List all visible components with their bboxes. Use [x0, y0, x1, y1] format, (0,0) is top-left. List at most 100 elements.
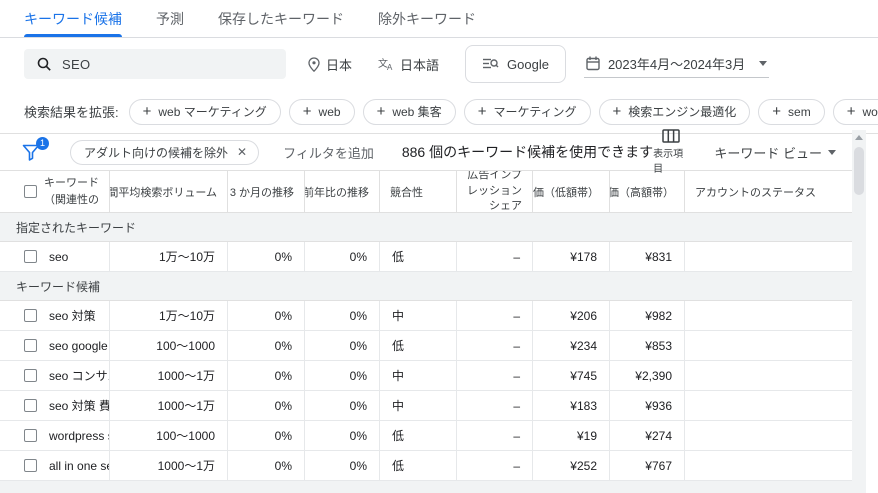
column-header-impression_share[interactable]: 広告インプレッション シェア: [457, 171, 533, 212]
cell-yoy: 0%: [305, 421, 380, 450]
cell-top_bid_high: ¥936: [610, 391, 685, 420]
view-selector-value: キーワード ビュー: [714, 145, 822, 161]
result-count-text: 886 個のキーワード候補を使用できます: [401, 144, 654, 160]
cell-status: [685, 421, 852, 450]
column-header-volume[interactable]: 月間平均検索ボリューム: [110, 171, 228, 212]
cell-top_bid_low: ¥745: [533, 361, 610, 390]
expand-chip-label: web: [318, 104, 341, 119]
column-header-yoy[interactable]: 前年比の推移: [305, 171, 380, 212]
column-header-status[interactable]: アカウントのステータス: [685, 171, 852, 212]
cell-impression_share: –: [457, 242, 533, 271]
tab-negative-keywords[interactable]: 除外キーワード: [378, 0, 476, 37]
table-body: 指定されたキーワード seo 1万～10万 0% 0% 低 – ¥178 ¥831 キーワード候補…: [0, 213, 852, 481]
scroll-up-arrow-icon[interactable]: [855, 135, 863, 140]
cell-impression_share: –: [457, 391, 533, 420]
vertical-scrollbar[interactable]: [852, 130, 866, 493]
cell-three_month: 0%: [228, 451, 305, 480]
search-query-value: SEO: [62, 56, 91, 72]
cell-impression_share: –: [457, 361, 533, 390]
expand-search-row: 検索結果を拡張: + web マーケティング + web + web 集客 + マーケティング…: [0, 90, 878, 133]
date-range-value: 2023年4月～2024年3月: [607, 57, 746, 72]
expand-chip-label: 検索エンジン最適化: [628, 105, 737, 119]
row-checkbox[interactable]: [24, 429, 37, 442]
cell-status: [685, 331, 852, 360]
expand-chip-6[interactable]: + wordpress: [832, 98, 878, 125]
search-toolbar: SEO 日本 文A 日本語 Google 2023年4月～2024年3月: [0, 38, 878, 90]
search-network-icon: [483, 58, 499, 69]
section-header-1: キーワード候補: [0, 272, 852, 301]
keyword-text: seo: [49, 249, 69, 264]
column-header-competition[interactable]: 競合性: [380, 171, 457, 212]
cell-impression_share: –: [457, 421, 533, 450]
expand-chip-4[interactable]: + 検索エンジン最適化: [598, 98, 751, 125]
table-header-row: キーワード （関連性の高い順） 月間平均検索ボリューム3 か月の推移前年比の推移競合…: [0, 170, 852, 213]
cell-competition: 低: [380, 421, 457, 450]
cell-impression_share: –: [457, 331, 533, 360]
column-header-three_month[interactable]: 3 か月の推移: [228, 171, 305, 212]
expand-chip-label: wordpress: [862, 104, 878, 119]
tab-keyword-ideas[interactable]: キーワード候補: [24, 0, 122, 37]
cell-impression_share: –: [457, 451, 533, 480]
location-selector[interactable]: 日本: [308, 55, 352, 74]
expand-chip-2[interactable]: + web 集客: [362, 98, 456, 125]
active-filter-label: アダルト向けの候補を除外: [84, 145, 229, 160]
table-footer-spacer: [0, 481, 852, 493]
keyword-text: seo コンサル: [49, 369, 109, 383]
network-selector[interactable]: Google: [465, 45, 566, 83]
keyword-text: seo 対策: [49, 309, 96, 323]
column-header-top_bid_low[interactable]: 上部に掲載された広告の入札単価（低額帯）: [533, 171, 610, 212]
cell-volume: 1000～1万: [110, 361, 228, 390]
cell-top_bid_low: ¥19: [533, 421, 610, 450]
filter-button[interactable]: 1: [22, 136, 49, 161]
plus-icon: +: [846, 103, 856, 120]
row-checkbox[interactable]: [24, 459, 37, 472]
search-icon: [37, 57, 51, 71]
cell-volume: 100～1000: [110, 331, 228, 360]
expand-chip-3[interactable]: + マーケティング: [463, 98, 591, 125]
columns-icon: [661, 129, 680, 143]
column-header-top_bid_high[interactable]: 上部に掲載された広告の入札単価（高額帯）: [610, 171, 685, 212]
plus-icon: +: [142, 103, 152, 120]
keyword-search-input[interactable]: SEO: [24, 49, 286, 79]
view-selector[interactable]: キーワード ビュー: [714, 143, 836, 162]
plus-icon: +: [376, 103, 386, 120]
scrollbar-thumb[interactable]: [854, 147, 864, 195]
columns-button[interactable]: 表示項目: [653, 129, 688, 175]
tab-label: 除外キーワード: [378, 10, 476, 27]
language-selector[interactable]: 文A 日本語: [378, 55, 439, 74]
row-checkbox[interactable]: [24, 309, 37, 322]
cell-top_bid_high: ¥853: [610, 331, 685, 360]
table-tools: 表示項目 キーワード ビュー: [653, 129, 836, 175]
expand-chip-5[interactable]: + sem: [758, 98, 825, 125]
cell-volume: 1000～1万: [110, 391, 228, 420]
row-checkbox[interactable]: [24, 339, 37, 352]
cell-volume: 1万～10万: [110, 301, 228, 330]
location-value: 日本: [326, 57, 353, 73]
keyword-text: seo 対策 費用: [49, 399, 110, 413]
date-range-selector[interactable]: 2023年4月～2024年3月: [583, 50, 770, 78]
cell-status: [685, 301, 852, 330]
calendar-icon: [586, 56, 600, 71]
table-row: seo 対策 1万～10万 0% 0% 中 – ¥206 ¥982: [0, 301, 852, 331]
cell-three_month: 0%: [228, 301, 305, 330]
expand-chip-label: web 集客: [392, 105, 442, 119]
expand-chip-label: マーケティング: [493, 105, 577, 119]
expand-chip-label: web マーケティング: [158, 105, 267, 119]
cell-keyword: seo google: [0, 331, 110, 360]
select-all-checkbox[interactable]: [24, 185, 37, 198]
expand-chip-0[interactable]: + web マーケティング: [128, 98, 281, 125]
remove-filter-icon[interactable]: ✕: [237, 146, 247, 158]
tab-forecast[interactable]: 予測: [156, 0, 184, 37]
cell-keyword: all in one seo: [0, 451, 110, 480]
tab-saved-keywords[interactable]: 保存したキーワード: [218, 0, 344, 37]
row-checkbox[interactable]: [24, 399, 37, 412]
keyword-table: キーワード （関連性の高い順） 月間平均検索ボリューム3 か月の推移前年比の推移競合…: [0, 170, 852, 493]
expand-chip-1[interactable]: + web: [288, 98, 355, 125]
add-filter-button[interactable]: フィルタを追加: [283, 143, 374, 162]
column-header-keyword[interactable]: キーワード （関連性の高い順）: [0, 171, 110, 212]
active-filter-chip[interactable]: アダルト向けの候補を除外 ✕: [70, 139, 260, 165]
row-checkbox[interactable]: [24, 250, 37, 263]
row-checkbox[interactable]: [24, 369, 37, 382]
cell-three_month: 0%: [228, 391, 305, 420]
active-tab-underline: [24, 34, 122, 37]
